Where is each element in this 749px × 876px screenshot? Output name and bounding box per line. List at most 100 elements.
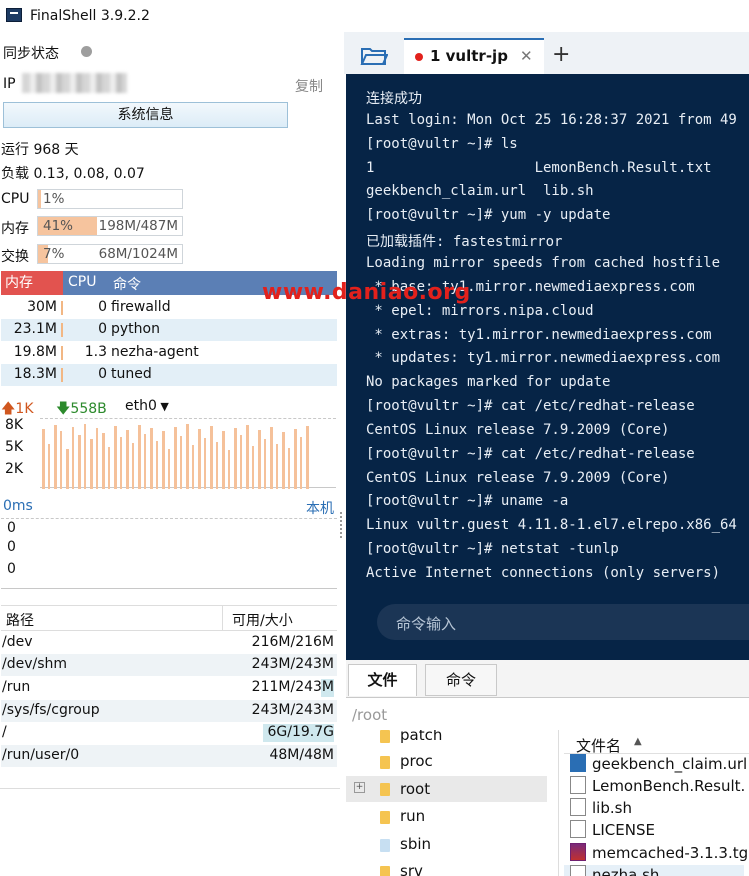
- terminal-line: Linux vultr.guest 4.11.8-1.el7.elrepo.x8…: [366, 517, 737, 534]
- file-item-selected[interactable]: nezha.sh: [564, 865, 744, 876]
- tree-item-label: patch: [400, 730, 443, 744]
- folder-icon: [380, 866, 390, 876]
- tree-item[interactable]: sbin: [346, 831, 558, 857]
- file-item[interactable]: lib.sh: [570, 798, 632, 820]
- disk-size: 243M/243M: [251, 656, 334, 672]
- tab-commands[interactable]: 命令: [425, 664, 497, 696]
- disk-path: /: [2, 724, 7, 740]
- connection-status-icon: [415, 53, 423, 61]
- cpu-usage-bar: 1%: [37, 189, 183, 209]
- file-list-header[interactable]: 文件名 ▲: [564, 730, 749, 755]
- tree-item-label: sbin: [400, 835, 432, 853]
- tab-files[interactable]: 文件: [348, 664, 417, 696]
- terminal-line: [root@vultr ~]# uname -a: [366, 493, 569, 510]
- tree-item[interactable]: run: [346, 803, 558, 829]
- terminal-line: geekbench_claim.url lib.sh: [366, 183, 594, 200]
- load-text: 负载 0.13, 0.08, 0.07: [1, 166, 145, 182]
- copy-ip-button[interactable]: 复制: [295, 76, 323, 96]
- file-name: geekbench_claim.url: [592, 755, 748, 773]
- disk-col-size[interactable]: 可用/大小: [232, 610, 293, 630]
- session-tab[interactable]: 1 vultr-jp ✕: [404, 38, 544, 74]
- file-item[interactable]: geekbench_claim.url: [570, 754, 747, 776]
- disk-row[interactable]: /dev 216M/216M: [1, 632, 337, 654]
- open-folder-icon[interactable]: [360, 46, 389, 70]
- folder-icon: [380, 730, 390, 743]
- process-mem: 23.1M: [13, 321, 57, 337]
- text-file-icon: [570, 776, 586, 794]
- net-upload-value: 1K: [15, 401, 34, 417]
- disk-col-path[interactable]: 路径: [6, 610, 34, 630]
- ping-host-select[interactable]: 本机: [306, 498, 334, 518]
- process-row[interactable]: 23.1M 0 python: [1, 319, 337, 341]
- directory-tree: patch proc + root run sbin srv: [346, 730, 559, 876]
- disk-size: 6G/19.7G: [267, 724, 335, 740]
- net-download-value: 558B: [70, 401, 107, 417]
- swap-label: 交换: [1, 249, 29, 265]
- file-item[interactable]: LICENSE: [570, 820, 655, 842]
- process-mem: 19.8M: [13, 344, 57, 360]
- file-icon: [570, 820, 586, 838]
- disk-path: /run/user/0: [2, 747, 80, 763]
- terminal-line: * extras: ty1.mirror.newmediaexpress.com: [366, 326, 712, 343]
- disk-size: 211M/243M: [251, 679, 334, 695]
- network-traffic-chart: [40, 418, 336, 489]
- tree-item-selected[interactable]: + root: [346, 776, 547, 802]
- tree-item[interactable]: patch: [346, 730, 558, 748]
- app-icon: [6, 8, 22, 22]
- terminal-line: [root@vultr ~]# cat /etc/redhat-release: [366, 398, 695, 415]
- disk-table-header: 路径 可用/大小: [1, 605, 337, 631]
- terminal-line: 1 LemonBench.Result.txt: [366, 159, 712, 176]
- terminal-line: [root@vultr ~]# cat /etc/redhat-release: [366, 445, 695, 462]
- ping-chart: [1, 518, 337, 589]
- memory-label: 内存: [1, 221, 29, 237]
- tree-item[interactable]: srv: [346, 858, 558, 876]
- process-cpu-bar: [61, 323, 63, 337]
- process-col-memory[interactable]: 内存: [1, 271, 63, 295]
- window-title: FinalShell 3.9.2.2: [30, 8, 150, 24]
- folder-icon: [380, 756, 390, 769]
- process-col-cpu[interactable]: CPU: [68, 274, 96, 290]
- file-item[interactable]: memcached-3.1.3.tg: [570, 843, 748, 865]
- disk-row[interactable]: /dev/shm 243M/243M: [1, 654, 337, 676]
- cpu-label: CPU: [1, 191, 30, 207]
- disk-row[interactable]: /run 211M/243M: [1, 677, 337, 699]
- swap-usage-bar: 7% 68M/1024M: [37, 244, 183, 264]
- ping-value: 0: [7, 539, 16, 555]
- new-tab-icon[interactable]: +: [552, 42, 570, 67]
- terminal-output[interactable]: 连接成功 Last login: Mon Oct 25 16:28:37 2021…: [346, 74, 749, 660]
- disk-row[interactable]: /sys/fs/cgroup 243M/243M: [1, 700, 337, 722]
- process-mem: 30M: [27, 299, 57, 315]
- path-bar[interactable]: /root: [346, 702, 749, 728]
- net-interface-select[interactable]: eth0 ▼: [125, 398, 169, 414]
- uptime-text: 运行 968 天: [1, 142, 79, 158]
- file-name: LemonBench.Result.: [592, 777, 746, 795]
- memory-usage-bar: 41% 198M/487M: [37, 216, 183, 236]
- process-row[interactable]: 18.3M 0 tuned: [1, 364, 337, 386]
- terminal-line: * updates: ty1.mirror.newmediaexpress.co…: [366, 350, 721, 367]
- folder-icon: [380, 783, 390, 796]
- disk-row[interactable]: / 6G/19.7G: [1, 722, 337, 744]
- archive-icon: [570, 843, 586, 861]
- net-chart-ylabel: 8K: [5, 417, 24, 433]
- folder-icon: [380, 811, 390, 824]
- disk-row[interactable]: /run/user/0 48M/48M: [1, 745, 337, 767]
- splitter-handle[interactable]: [340, 512, 343, 538]
- disk-size: 48M/48M: [269, 747, 334, 763]
- expand-icon[interactable]: +: [354, 782, 365, 793]
- sync-status-indicator: [81, 46, 92, 57]
- process-col-command[interactable]: 命令: [113, 274, 141, 294]
- ip-label: IP: [3, 76, 16, 92]
- system-info-button[interactable]: 系统信息: [3, 102, 288, 128]
- process-cpu-bar: [61, 368, 63, 382]
- close-icon[interactable]: ✕: [520, 47, 533, 65]
- tree-item[interactable]: proc: [346, 748, 558, 774]
- terminal-line: [root@vultr ~]# ls: [366, 135, 518, 152]
- cpu-usage-percent: 1%: [43, 191, 65, 207]
- tree-item-label: run: [400, 807, 426, 825]
- file-item[interactable]: LemonBench.Result.: [570, 776, 745, 798]
- command-input[interactable]: 命令输入: [377, 604, 749, 640]
- process-row[interactable]: 19.8M 1.3 nezha-agent: [1, 342, 337, 364]
- net-chart-ylabel: 2K: [5, 461, 24, 477]
- process-command: python: [111, 321, 160, 337]
- process-command: tuned: [111, 366, 152, 382]
